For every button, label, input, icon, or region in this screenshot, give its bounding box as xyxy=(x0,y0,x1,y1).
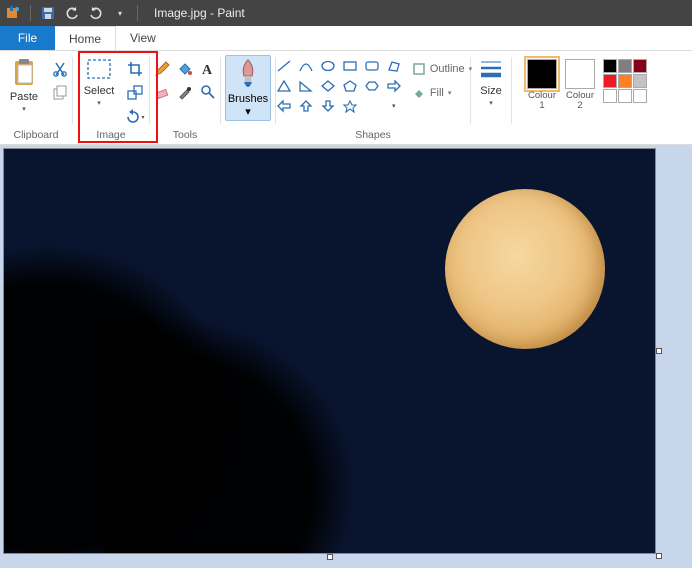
arrow-down-shape-icon[interactable] xyxy=(318,97,338,115)
tools-group: A Tools xyxy=(150,51,220,144)
colour-2[interactable]: Colour 2 xyxy=(565,59,595,111)
image-content xyxy=(445,189,605,349)
resize-handle[interactable] xyxy=(656,348,662,354)
palette-swatch[interactable] xyxy=(633,59,647,73)
image-content xyxy=(104,309,424,553)
paste-button[interactable]: Paste ▾ xyxy=(2,55,46,113)
diamond-shape-icon[interactable] xyxy=(318,77,338,95)
app-icon xyxy=(4,4,22,22)
curve-shape-icon[interactable] xyxy=(296,57,316,75)
hexagon-shape-icon[interactable] xyxy=(362,77,382,95)
file-tab[interactable]: File xyxy=(0,26,55,50)
copy-icon[interactable] xyxy=(50,83,70,103)
line-shape-icon[interactable] xyxy=(274,57,294,75)
crop-icon[interactable] xyxy=(125,59,145,79)
separator xyxy=(30,5,31,21)
shapes-group: ▾ Outline▾ Fill▾ Shapes xyxy=(276,51,470,144)
home-tab[interactable]: Home xyxy=(55,26,116,50)
undo-icon[interactable] xyxy=(63,4,81,22)
view-tab[interactable]: View xyxy=(116,26,171,50)
arrow-up-shape-icon[interactable] xyxy=(296,97,316,115)
palette-swatch[interactable] xyxy=(603,74,617,88)
palette-swatch[interactable] xyxy=(618,59,632,73)
resize-handle[interactable] xyxy=(656,553,662,559)
rounded-rect-shape-icon[interactable] xyxy=(362,57,382,75)
fill-icon[interactable] xyxy=(175,59,195,79)
palette-swatch[interactable] xyxy=(603,59,617,73)
customize-qat-dropdown[interactable]: ▾ xyxy=(111,4,129,22)
triangle-shape-icon[interactable] xyxy=(274,77,294,95)
colour-palette[interactable] xyxy=(603,59,647,103)
pencil-icon[interactable] xyxy=(152,59,172,79)
size-button[interactable]: Size ▾ xyxy=(474,55,508,107)
shapes-gallery[interactable]: ▾ xyxy=(274,55,404,115)
magnifier-icon[interactable] xyxy=(198,82,218,102)
more-shapes-dropdown[interactable]: ▾ xyxy=(384,97,404,115)
canvas-area[interactable] xyxy=(0,145,692,568)
palette-swatch[interactable] xyxy=(633,89,647,103)
resize-icon[interactable] xyxy=(125,83,145,103)
cut-icon[interactable] xyxy=(50,59,70,79)
right-triangle-shape-icon[interactable] xyxy=(296,77,316,95)
title-bar: ▾ Image.jpg - Paint xyxy=(0,0,692,26)
palette-swatch[interactable] xyxy=(603,89,617,103)
save-icon[interactable] xyxy=(39,4,57,22)
svg-text:A: A xyxy=(202,63,213,77)
arrow-left-shape-icon[interactable] xyxy=(274,97,294,115)
brushes-group: Brushes ▾ xyxy=(221,51,275,144)
palette-swatch[interactable] xyxy=(618,74,632,88)
outline-combo[interactable]: Outline▾ xyxy=(412,59,472,79)
image-group: Select ▾ ▾ Image xyxy=(73,51,149,144)
palette-swatch[interactable] xyxy=(618,89,632,103)
colour-picker-icon[interactable] xyxy=(175,82,195,102)
ribbon: Paste ▾ Clipboard Select ▾ ▾ Image xyxy=(0,51,692,145)
resize-handle[interactable] xyxy=(327,554,333,560)
brushes-button[interactable]: Brushes ▾ xyxy=(225,55,271,121)
ribbon-tabs: File Home View xyxy=(0,26,692,51)
star-shape-icon[interactable] xyxy=(340,97,360,115)
oval-shape-icon[interactable] xyxy=(318,57,338,75)
rectangle-shape-icon[interactable] xyxy=(340,57,360,75)
rotate-icon[interactable]: ▾ xyxy=(125,107,145,127)
colour-1[interactable]: Colour 1 xyxy=(527,59,557,111)
size-group: Size ▾ xyxy=(471,51,511,144)
eraser-icon[interactable] xyxy=(152,82,172,102)
window-title: Image.jpg - Paint xyxy=(154,6,245,20)
redo-icon[interactable] xyxy=(87,4,105,22)
canvas-image[interactable] xyxy=(4,149,655,553)
pentagon-shape-icon[interactable] xyxy=(340,77,360,95)
separator xyxy=(137,5,138,21)
polygon-shape-icon[interactable] xyxy=(384,57,404,75)
text-icon[interactable]: A xyxy=(198,59,218,79)
fill-combo[interactable]: Fill▾ xyxy=(412,83,472,103)
arrow-right-shape-icon[interactable] xyxy=(384,77,404,95)
palette-swatch[interactable] xyxy=(633,74,647,88)
colours-group: Colour 1 Colour 2 xyxy=(512,51,662,144)
select-button[interactable]: Select ▾ xyxy=(77,55,121,107)
clipboard-group: Paste ▾ Clipboard xyxy=(0,51,72,144)
